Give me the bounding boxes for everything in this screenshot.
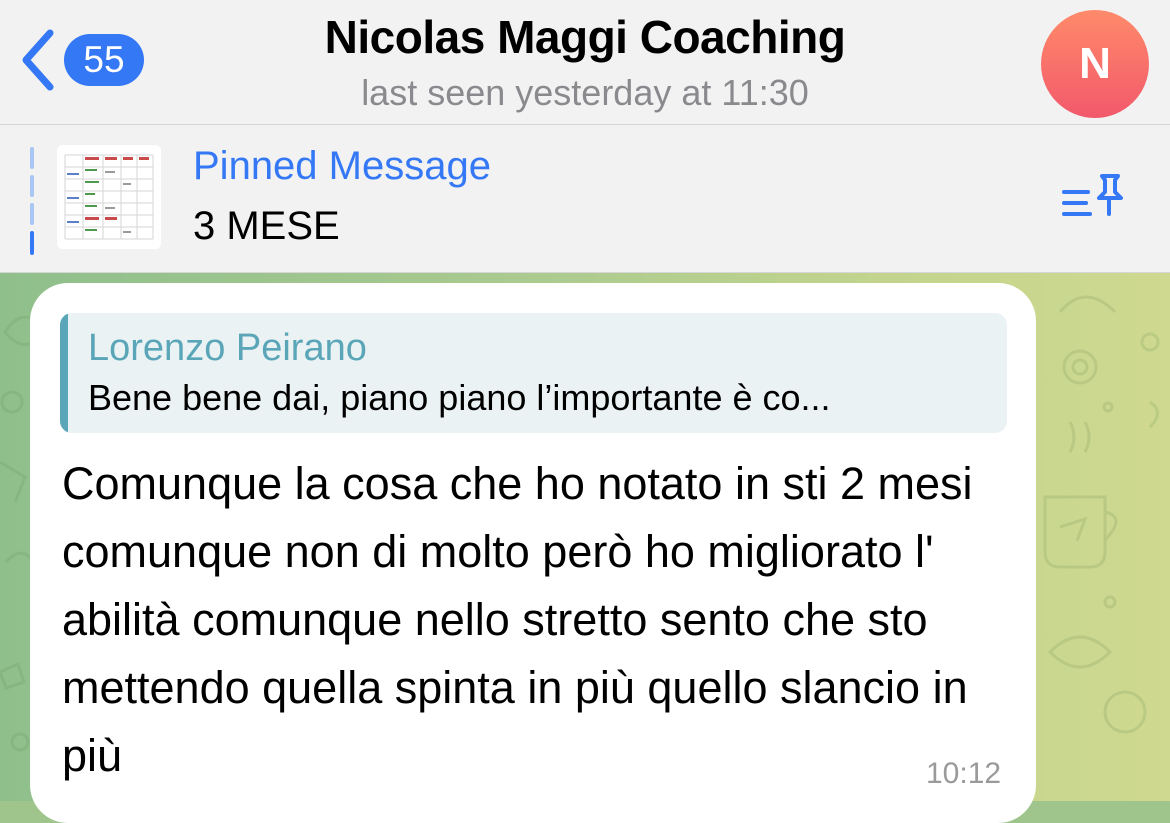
reply-accent-bar <box>60 313 68 433</box>
pinned-message-text: 3 MESE <box>193 204 340 248</box>
spreadsheet-thumbnail-image <box>57 145 161 249</box>
chat-header: 55 Nicolas Maggi Coaching last seen yest… <box>0 0 1170 125</box>
pinned-message-label: Pinned Message <box>193 144 491 188</box>
reply-quote[interactable]: Lorenzo Peirano Bene bene dai, piano pia… <box>60 313 1007 433</box>
avatar[interactable]: N <box>1041 10 1149 118</box>
reply-author: Lorenzo Peirano <box>88 327 367 369</box>
back-button[interactable]: 55 <box>18 20 168 100</box>
message-text: Comunque la cosa che ho notato in sti 2 … <box>62 458 973 781</box>
pinned-message-bar[interactable] <box>0 125 1170 273</box>
unread-count-badge: 55 <box>64 34 144 86</box>
avatar-initial: N <box>1079 39 1111 88</box>
chat-title-block[interactable]: Nicolas Maggi Coaching last seen yesterd… <box>200 8 970 116</box>
chat-title: Nicolas Maggi Coaching <box>324 11 846 63</box>
reply-text: Bene bene dai, piano piano l’importante … <box>88 377 831 418</box>
message-timestamp: 10:12 <box>926 757 1002 790</box>
pinned-message-thumbnail <box>57 145 161 249</box>
pinned-position-indicator <box>30 147 34 255</box>
pinned-list-icon[interactable] <box>1058 170 1128 226</box>
chevron-left-icon <box>22 29 54 91</box>
last-seen-status: last seen yesterday at 11:30 <box>361 72 809 113</box>
